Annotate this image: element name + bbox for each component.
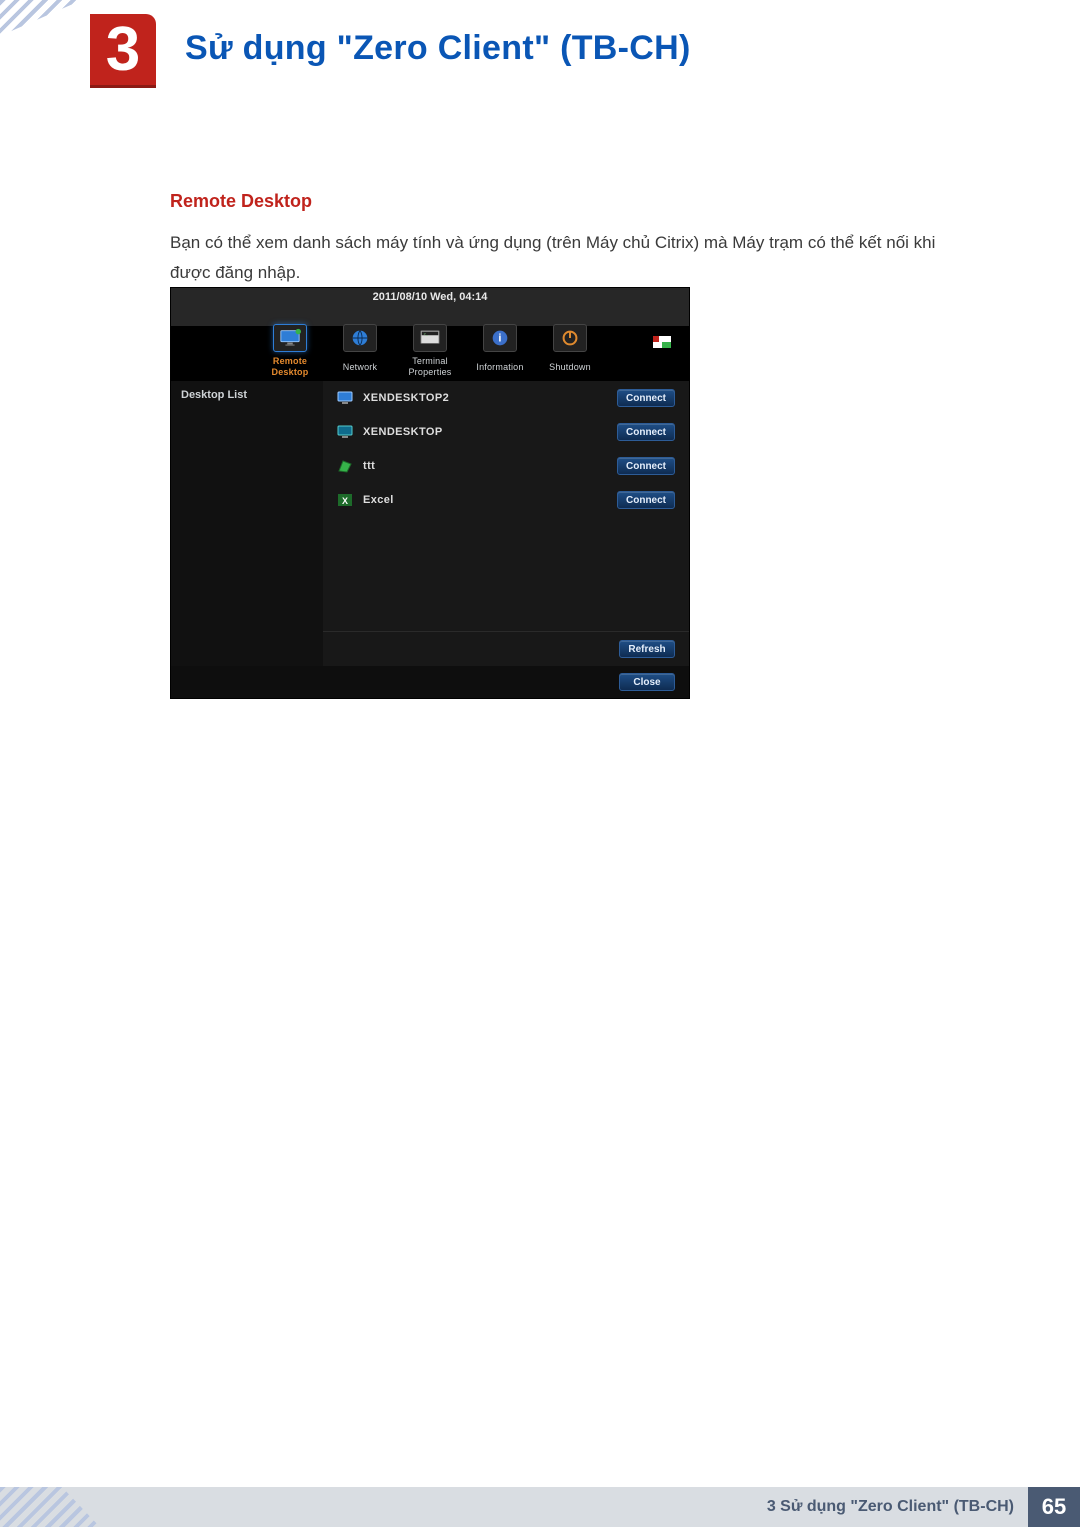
app-icon — [337, 458, 353, 474]
close-button[interactable]: Close — [619, 673, 675, 691]
list-item-label: ttt — [363, 460, 607, 472]
section-heading: Remote Desktop — [170, 191, 312, 212]
sidebar: Desktop List — [171, 381, 323, 666]
desktop-icon — [337, 424, 353, 440]
toolbar-label: Shutdown — [549, 356, 591, 378]
chapter-title: Sử dụng "Zero Client" (TB-CH) — [185, 29, 691, 68]
toolbar-item-network[interactable]: Network — [325, 324, 395, 378]
language-flag-icon[interactable] — [653, 336, 671, 348]
toolbar-item-terminal-properties[interactable]: >_ Terminal Properties — [395, 324, 465, 378]
footer-text: 3 Sử dụng "Zero Client" (TB-CH) — [767, 1498, 1014, 1516]
list-item-label: XENDESKTOP — [363, 426, 607, 438]
desktop-icon — [337, 390, 353, 406]
toolbar-label: Terminal Properties — [395, 356, 465, 378]
list-item-label: XENDESKTOP2 — [363, 392, 607, 404]
info-icon: i — [483, 324, 517, 352]
embedded-screenshot: 2011/08/10 Wed, 04:14 Remote Desktop Net… — [170, 287, 690, 699]
list-item-label: Excel — [363, 494, 607, 506]
desktop-list-panel: XENDESKTOP2 Connect XENDESKTOP Connect t… — [323, 381, 689, 666]
svg-text:X: X — [342, 496, 348, 506]
svg-text:>_: >_ — [424, 332, 429, 336]
monitor-icon — [273, 324, 307, 352]
toolbar-label: Network — [343, 356, 377, 378]
refresh-button[interactable]: Refresh — [619, 640, 675, 658]
list-item: XENDESKTOP Connect — [323, 415, 689, 449]
connect-button[interactable]: Connect — [617, 457, 675, 475]
page-footer: 3 Sử dụng "Zero Client" (TB-CH) 65 — [0, 1487, 1080, 1527]
datetime-label: 2011/08/10 Wed, 04:14 — [171, 288, 689, 303]
toolbar-item-remote-desktop[interactable]: Remote Desktop — [255, 324, 325, 378]
list-item: X Excel Connect — [323, 483, 689, 517]
toolbar-item-shutdown[interactable]: Shutdown — [535, 324, 605, 378]
globe-icon — [343, 324, 377, 352]
connect-button[interactable]: Connect — [617, 491, 675, 509]
toolbar-item-information[interactable]: i Information — [465, 324, 535, 378]
top-toolbar: Remote Desktop Network >_ Terminal Prope… — [171, 308, 689, 378]
chapter-number: 3 — [106, 14, 140, 85]
sidebar-label: Desktop List — [181, 389, 313, 401]
excel-icon: X — [337, 492, 353, 508]
corner-stripes — [0, 0, 82, 36]
page-number: 65 — [1028, 1487, 1080, 1527]
list-item: ttt Connect — [323, 449, 689, 483]
svg-text:i: i — [498, 333, 501, 345]
list-item: XENDESKTOP2 Connect — [323, 381, 689, 415]
terminal-icon: >_ — [413, 324, 447, 352]
toolbar-label: Remote Desktop — [255, 356, 325, 378]
connect-button[interactable]: Connect — [617, 423, 675, 441]
connect-button[interactable]: Connect — [617, 389, 675, 407]
section-body: Bạn có thể xem danh sách máy tính và ứng… — [170, 228, 940, 288]
chapter-number-badge: 3 — [90, 14, 156, 88]
toolbar-label: Information — [476, 356, 523, 378]
power-icon — [553, 324, 587, 352]
